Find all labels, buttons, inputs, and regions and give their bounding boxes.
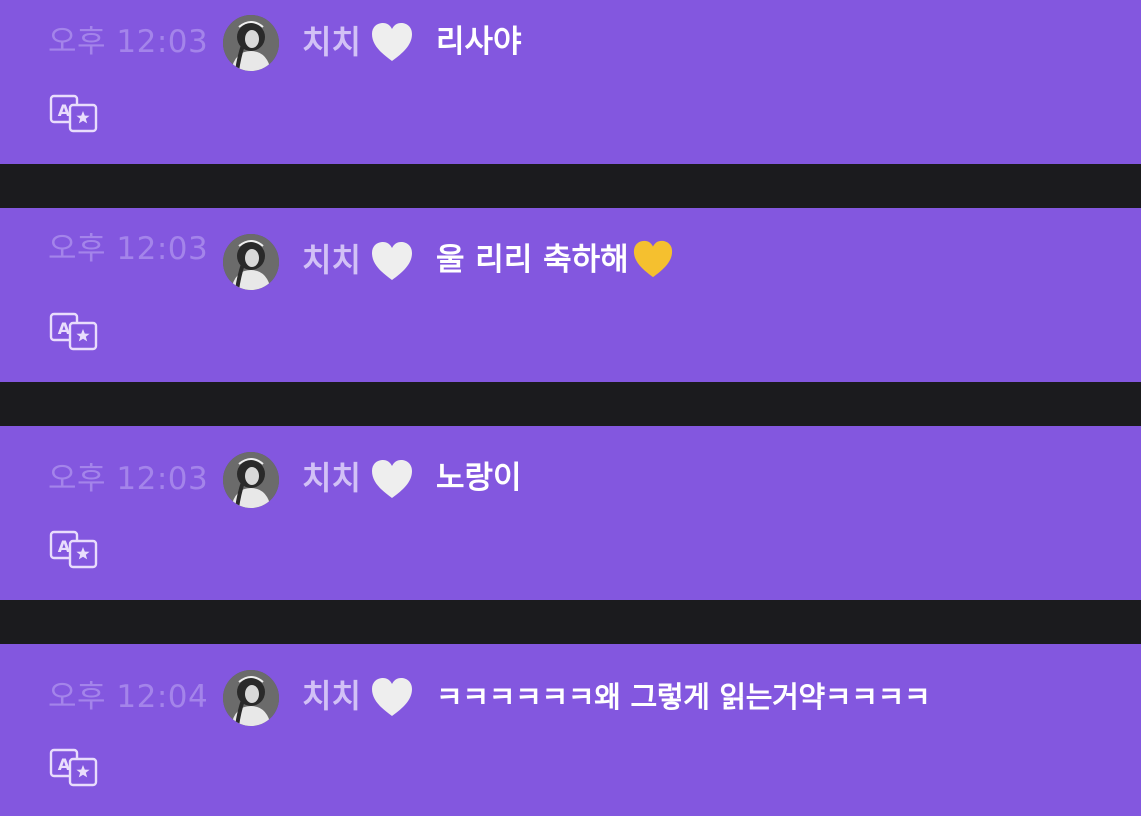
message-text: 노랑이 xyxy=(436,460,522,496)
message-text: 리사야 xyxy=(436,24,522,60)
translate-icon[interactable] xyxy=(48,93,100,133)
white-heart-icon xyxy=(369,239,415,283)
message-row[interactable]: 오후 12:03 치치 리사야 xyxy=(0,0,1141,164)
sender-avatar[interactable] xyxy=(223,670,279,726)
sender-avatar[interactable] xyxy=(223,452,279,508)
white-heart-icon xyxy=(369,20,415,64)
yellow-heart-icon xyxy=(631,238,675,280)
translate-icon[interactable] xyxy=(48,747,100,787)
message-text: 울 리리 축하해 xyxy=(436,238,675,283)
message-text-content: 울 리리 축하해 xyxy=(436,242,629,278)
message-timestamp: 오후 12:03 xyxy=(48,24,209,60)
sender-avatar[interactable] xyxy=(223,15,279,71)
message-timestamp: 오후 12:04 xyxy=(48,679,209,715)
white-heart-icon xyxy=(369,457,415,501)
sender-name[interactable]: 치치 xyxy=(302,456,361,500)
sender-avatar[interactable] xyxy=(223,234,279,290)
translate-icon[interactable] xyxy=(48,529,100,569)
translate-icon[interactable] xyxy=(48,311,100,351)
message-row[interactable]: 오후 12:03 치치 울 리리 축하해 xyxy=(0,208,1141,382)
message-row[interactable]: 오후 12:04 치치 ㅋㅋㅋㅋㅋㅋ왜 그렇게 읽는거약ㅋㅋㅋㅋ xyxy=(0,644,1141,816)
sender-name[interactable]: 치치 xyxy=(302,674,361,718)
message-text: ㅋㅋㅋㅋㅋㅋ왜 그렇게 읽는거약ㅋㅋㅋㅋ xyxy=(436,680,931,714)
sender-name[interactable]: 치치 xyxy=(302,238,361,282)
white-heart-icon xyxy=(369,675,415,719)
message-timestamp: 오후 12:03 xyxy=(48,231,209,267)
sender-name[interactable]: 치치 xyxy=(302,20,361,64)
message-row[interactable]: 오후 12:03 치치 노랑이 xyxy=(0,426,1141,600)
message-timestamp: 오후 12:03 xyxy=(48,461,209,497)
